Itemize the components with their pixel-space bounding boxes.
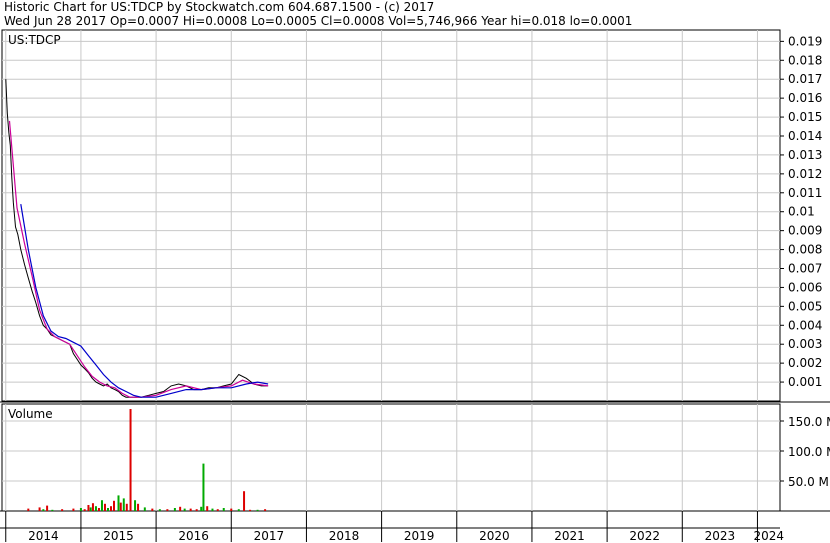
volume-tick-label: 100.0 M xyxy=(788,445,830,459)
year-label: 2016 xyxy=(178,529,209,543)
price-tick-label: 0.007 xyxy=(788,262,822,276)
price-tick-label: 0.002 xyxy=(788,356,822,370)
price-tick-label: 0.016 xyxy=(788,91,822,105)
price-panel-frame xyxy=(1,29,781,402)
price-tick-label: 0.005 xyxy=(788,299,822,313)
series-line-ma_short xyxy=(8,120,269,398)
volume-panel-title: Volume xyxy=(8,407,53,421)
year-label: 2021 xyxy=(554,529,585,543)
year-label: 2014 xyxy=(28,529,59,543)
year-label: 2023 xyxy=(705,529,736,543)
price-tick-label: 0.009 xyxy=(788,224,822,238)
volume-tick-label: 150.0 M xyxy=(788,415,830,429)
price-tick-label: 0.014 xyxy=(788,129,822,143)
year-label: 2019 xyxy=(404,529,435,543)
grid-lines xyxy=(2,30,784,542)
price-tick-label: 0.011 xyxy=(788,186,822,200)
price-tick-label: 0.004 xyxy=(788,318,822,332)
price-lines xyxy=(5,79,269,398)
volume-panel-frame xyxy=(1,403,781,512)
volume-bars xyxy=(27,409,267,511)
price-tick-label: 0.012 xyxy=(788,167,822,181)
price-tick-label: 0.001 xyxy=(788,375,822,389)
stock-chart-window: Historic Chart for US:TDCP by Stockwatch… xyxy=(0,0,830,543)
price-panel-title: US:TDCP xyxy=(8,33,61,47)
year-label: 2020 xyxy=(479,529,510,543)
year-label: 2024 xyxy=(753,529,784,543)
price-tick-label: 0.013 xyxy=(788,148,822,162)
price-tick-label: 0.018 xyxy=(788,53,822,67)
series-line-price xyxy=(5,79,269,398)
price-tick-label: 0.003 xyxy=(788,337,822,351)
volume-tick-label: 50.0 M xyxy=(788,475,829,489)
price-tick-label: 0.019 xyxy=(788,34,822,48)
price-tick-label: 0.015 xyxy=(788,110,822,124)
chart-frames xyxy=(0,29,830,529)
year-label: 2018 xyxy=(329,529,360,543)
price-tick-label: 0.01 xyxy=(788,205,815,219)
price-tick-label: 0.017 xyxy=(788,72,822,86)
price-tick-label: 0.008 xyxy=(788,243,822,257)
chart-canvas: 0.0190.0180.0170.0160.0150.0140.0130.012… xyxy=(0,29,830,543)
year-label: 2017 xyxy=(254,529,285,543)
price-tick-label: 0.006 xyxy=(788,280,822,294)
year-label: 2015 xyxy=(103,529,134,543)
year-label: 2022 xyxy=(629,529,660,543)
